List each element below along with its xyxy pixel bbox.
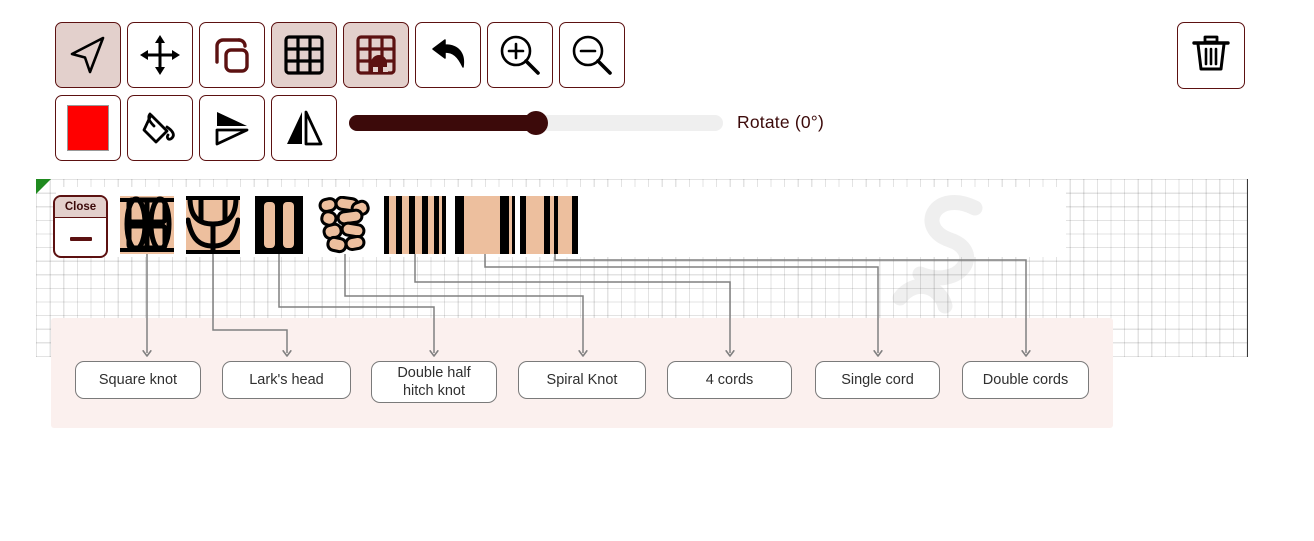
collapse-icon [69, 236, 92, 241]
flip-horizontal-tool[interactable] [271, 95, 337, 161]
flip-vertical-icon [209, 105, 255, 151]
legend-chip-label: 4 cords [705, 371, 754, 388]
primary-toolbar [55, 22, 631, 88]
legend-chip-larks-head[interactable]: Lark's head [222, 361, 351, 399]
canvas-corner-marker-icon [36, 179, 51, 194]
grid-tool[interactable] [271, 22, 337, 88]
snap-grid-tool[interactable] [343, 22, 409, 88]
rotate-label: Rotate (0°) [737, 112, 825, 132]
knot-double-half-hitch[interactable] [255, 196, 303, 254]
legend-chip-double-half-hitch[interactable]: Double half hitch knot [371, 361, 497, 403]
move-arrows-icon [137, 32, 183, 78]
knot-larks-head[interactable] [186, 196, 240, 254]
legend-chip-4-cords[interactable]: 4 cords [667, 361, 792, 399]
knot-square-knot[interactable] [120, 196, 174, 254]
legend-chip-single-cord[interactable]: Single cord [815, 361, 940, 399]
knot-spiral-knot[interactable] [318, 196, 370, 254]
legend-chip-label: Double cords [982, 371, 1069, 388]
legend-chip-spiral-knot[interactable]: Spiral Knot [518, 361, 646, 399]
flip-horizontal-icon [281, 105, 327, 151]
magnifier-minus-icon [569, 32, 615, 78]
legend-chip-label: Square knot [98, 371, 178, 388]
close-widget-body[interactable] [55, 218, 106, 256]
color-swatch-icon [67, 105, 109, 151]
close-widget-title: Close [55, 197, 106, 218]
paint-bucket-icon [137, 105, 183, 151]
legend-chip-double-cords[interactable]: Double cords [962, 361, 1089, 399]
trash-icon [1188, 30, 1234, 81]
move-tool[interactable] [127, 22, 193, 88]
grid-icon [282, 33, 326, 77]
select-tool[interactable] [55, 22, 121, 88]
legend-chip-label: Double half [397, 364, 471, 381]
app-root: Rotate (0°) Close Square knot Lark's hea… [0, 0, 1314, 541]
duplicate-tool[interactable] [199, 22, 265, 88]
grid-shape-icon [354, 33, 398, 77]
magnifier-plus-icon [497, 32, 543, 78]
zoom-out-tool[interactable] [559, 22, 625, 88]
cord-single[interactable] [455, 196, 515, 254]
cords-4[interactable] [384, 196, 446, 254]
close-widget[interactable]: Close [53, 195, 108, 258]
legend-chip-label-line2: hitch knot [402, 383, 466, 399]
legend-chip-label: Spiral Knot [546, 371, 618, 388]
delete-button[interactable] [1177, 22, 1245, 89]
secondary-toolbar [55, 95, 343, 161]
zoom-in-tool[interactable] [487, 22, 553, 88]
rotate-slider[interactable] [349, 110, 723, 135]
color-swatch-tool[interactable] [55, 95, 121, 161]
rotate-slider-thumb[interactable] [524, 110, 548, 135]
cords-double[interactable] [520, 196, 578, 254]
legend-chip-square-knot[interactable]: Square knot [75, 361, 201, 399]
legend-chip-label: Lark's head [249, 371, 324, 388]
rotate-control: Rotate (0°) [349, 110, 825, 135]
legend-chip-label: Single cord [841, 371, 914, 388]
fill-tool[interactable] [127, 95, 193, 161]
undo-tool[interactable] [415, 22, 481, 88]
copy-shapes-icon [209, 32, 255, 78]
flip-vertical-tool[interactable] [199, 95, 265, 161]
rotate-slider-fill [349, 114, 536, 131]
undo-arrow-icon [425, 32, 471, 78]
cursor-arrow-icon [65, 32, 111, 78]
